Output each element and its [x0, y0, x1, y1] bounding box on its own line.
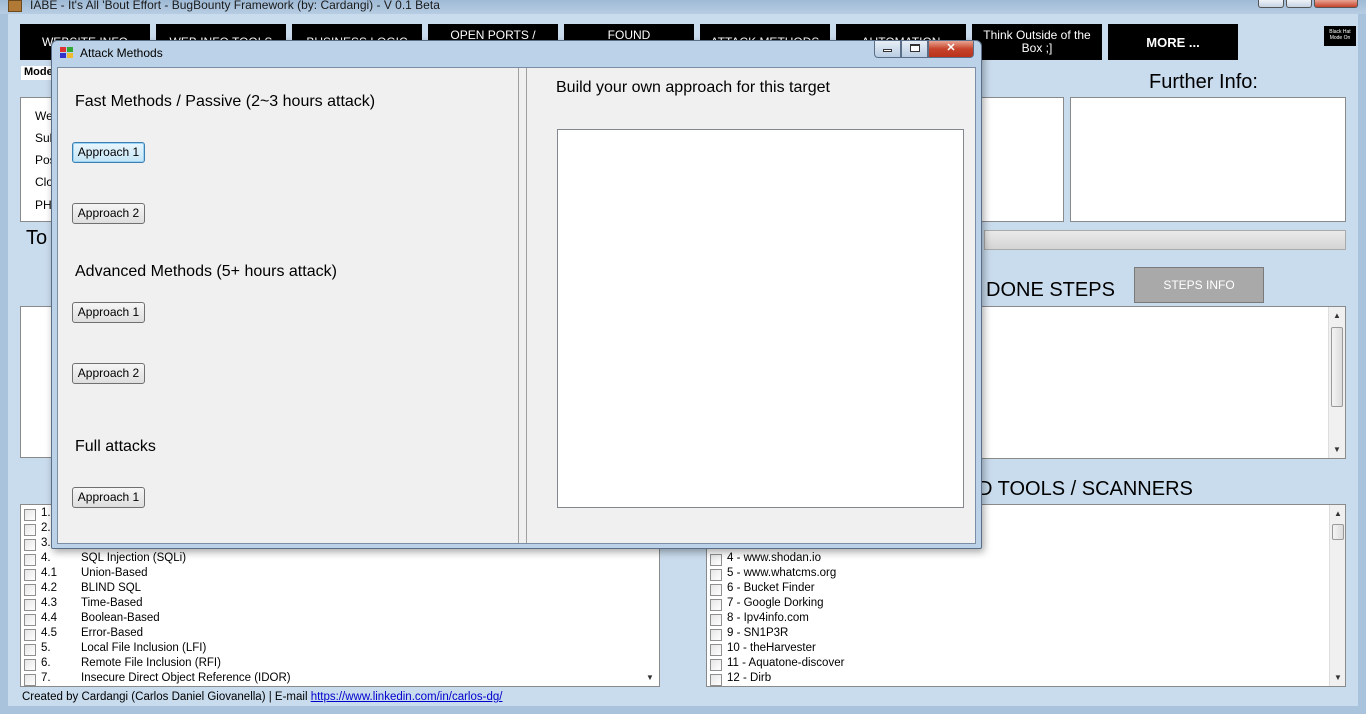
done-steps-scrollbar[interactable]: ▲ ▼: [1328, 307, 1345, 458]
window-icon: [60, 47, 74, 59]
scroll-down-icon[interactable]: ▼: [646, 673, 654, 682]
list-item[interactable]: 4.3 Time-Based: [21, 597, 659, 612]
close-icon: ✕: [946, 42, 956, 54]
list-item[interactable]: 12 - Dirb: [707, 672, 1345, 686]
maximize-button[interactable]: [901, 41, 928, 58]
scroll-up-icon[interactable]: ▲: [1333, 311, 1341, 320]
fast-approach-2-button[interactable]: Approach 2: [72, 203, 145, 224]
checkbox[interactable]: [24, 599, 36, 611]
list-item[interactable]: 7 - Google Dorking: [707, 597, 1345, 612]
list-item[interactable]: 4.2 BLIND SQL: [21, 582, 659, 597]
attack-methods-dialog: Attack Methods ✕ Fast Methods / Passive …: [51, 40, 982, 549]
footer-text: Created by Cardangi (Carlos Daniel Giova…: [22, 691, 311, 703]
advanced-methods-heading: Advanced Methods (5+ hours attack): [75, 263, 337, 280]
linkedin-link[interactable]: https://www.linkedin.com/in/carlos-dg/: [311, 691, 503, 703]
close-button[interactable]: ✕: [928, 41, 974, 58]
list-item[interactable]: 5 - www.whatcms.org: [707, 567, 1345, 582]
tools-scanners-label: D TOOLS / SCANNERS: [978, 478, 1193, 500]
scroll-thumb[interactable]: [1331, 327, 1343, 407]
list-item[interactable]: 8 - Ipv4info.com: [707, 612, 1345, 627]
list-item[interactable]: 4. SQL Injection (SQLi): [21, 552, 659, 567]
mode-label: Mode: [21, 66, 55, 80]
checkbox[interactable]: [710, 614, 722, 626]
main-close-button[interactable]: [1314, 0, 1358, 8]
further-info-label: Further Info:: [1149, 71, 1258, 93]
checkbox[interactable]: [710, 644, 722, 656]
scroll-down-icon[interactable]: ▼: [1333, 445, 1341, 454]
info-row-label: PH: [35, 198, 52, 212]
advanced-approach-1-button[interactable]: Approach 1: [72, 302, 145, 323]
checkbox[interactable]: [24, 554, 36, 566]
advanced-approach-2-button[interactable]: Approach 2: [72, 363, 145, 384]
checkbox[interactable]: [24, 644, 36, 656]
list-item[interactable]: 4 - www.shodan.io: [707, 552, 1345, 567]
checkbox[interactable]: [710, 569, 722, 581]
nav-more-button[interactable]: MORE ...: [1108, 24, 1238, 60]
checkbox[interactable]: [24, 539, 36, 551]
dialog-title: Attack Methods: [80, 46, 163, 60]
checkbox[interactable]: [710, 584, 722, 596]
done-steps-box[interactable]: ▲ ▼: [978, 306, 1346, 459]
nav-think-outside-button[interactable]: Think Outside of the Box ;]: [972, 24, 1102, 60]
list-item[interactable]: 4.5 Error-Based: [21, 627, 659, 642]
list-item[interactable]: 11 - Aquatone-discover: [707, 657, 1345, 672]
checkbox[interactable]: [24, 614, 36, 626]
list-item[interactable]: 4.1 Union-Based: [21, 567, 659, 582]
full-approach-1-button[interactable]: Approach 1: [72, 487, 145, 508]
main-window-title: IABE - It's All 'Bout Effort - BugBounty…: [30, 0, 440, 12]
steps-info-button[interactable]: STEPS INFO: [1134, 267, 1264, 303]
done-steps-label: DONE STEPS: [986, 279, 1115, 301]
checkbox[interactable]: [24, 659, 36, 671]
checkbox[interactable]: [24, 584, 36, 596]
tools-scrollbar[interactable]: ▲ ▼: [1329, 505, 1345, 686]
tools-heading: To: [26, 227, 48, 249]
list-item[interactable]: 6. Remote File Inclusion (RFI): [21, 657, 659, 672]
checkbox[interactable]: [710, 629, 722, 641]
dialog-client-area: Fast Methods / Passive (2~3 hours attack…: [57, 67, 976, 544]
list-item[interactable]: 4.4 Boolean-Based: [21, 612, 659, 627]
maximize-icon: [909, 44, 920, 52]
app-icon: [8, 0, 22, 12]
checkbox[interactable]: [24, 629, 36, 641]
checkbox[interactable]: [710, 659, 722, 671]
checkbox[interactable]: [24, 524, 36, 536]
list-item[interactable]: 10 - theHarvester: [707, 642, 1345, 657]
full-attacks-heading: Full attacks: [75, 438, 156, 455]
black-hat-toggle[interactable]: Black Hat Mode On: [1324, 26, 1356, 46]
checkbox[interactable]: [710, 554, 722, 566]
checkbox[interactable]: [24, 509, 36, 521]
custom-approach-textarea[interactable]: [557, 129, 964, 508]
info-box[interactable]: [978, 97, 1064, 222]
list-item[interactable]: 6 - Bucket Finder: [707, 582, 1345, 597]
fast-methods-heading: Fast Methods / Passive (2~3 hours attack…: [75, 93, 376, 110]
checkbox[interactable]: [710, 674, 722, 686]
main-minimize-button[interactable]: [1258, 0, 1284, 8]
panel-splitter[interactable]: [518, 68, 527, 543]
minimize-icon: [883, 49, 892, 52]
scroll-down-icon[interactable]: ▼: [1334, 673, 1342, 682]
checkbox[interactable]: [710, 599, 722, 611]
checkbox[interactable]: [24, 569, 36, 581]
progress-bar: [984, 230, 1346, 250]
checkbox[interactable]: [24, 674, 36, 686]
main-maximize-button[interactable]: [1286, 0, 1312, 8]
list-item[interactable]: 5. Local File Inclusion (LFI): [21, 642, 659, 657]
scroll-up-icon[interactable]: ▲: [1334, 509, 1342, 518]
list-item[interactable]: 9 - SN1P3R: [707, 627, 1345, 642]
build-approach-heading: Build your own approach for this target: [556, 79, 830, 96]
minimize-button[interactable]: [874, 41, 901, 58]
fast-approach-1-button[interactable]: Approach 1: [72, 142, 145, 163]
scroll-thumb[interactable]: [1332, 524, 1344, 540]
footer: Created by Cardangi (Carlos Daniel Giova…: [22, 691, 502, 703]
list-item[interactable]: 7. Insecure Direct Object Reference (IDOR…: [21, 672, 659, 686]
further-info-box[interactable]: [1070, 97, 1346, 222]
main-title-bar: IABE - It's All 'Bout Effort - BugBounty…: [0, 0, 1366, 14]
